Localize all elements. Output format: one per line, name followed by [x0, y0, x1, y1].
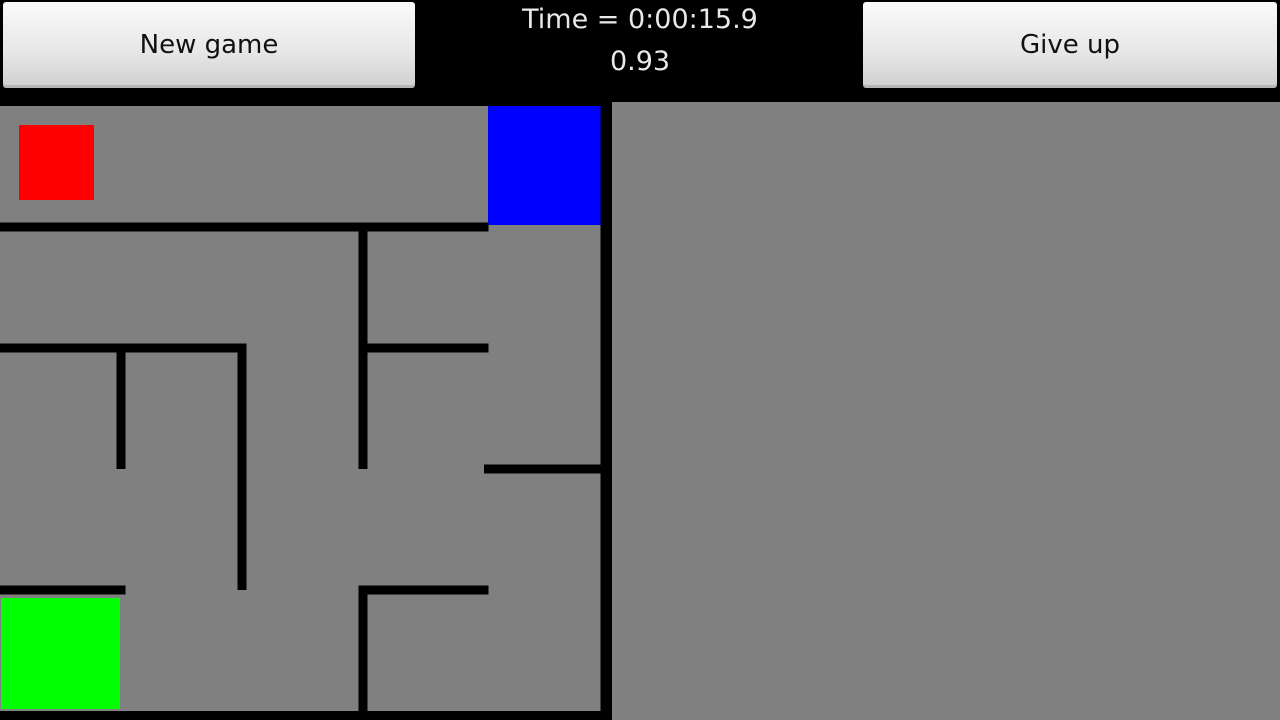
side-panel [612, 102, 1280, 720]
maze-wall [0, 222, 489, 232]
maze-wall [363, 343, 489, 353]
game-screen: New game Time = 0:00:15.9 0.93 Give up [0, 0, 1280, 720]
give-up-button[interactable]: Give up [863, 2, 1277, 88]
start-cell [1, 598, 120, 709]
maze-wall [116, 343, 126, 469]
maze-wall [237, 343, 247, 590]
maze-wall [363, 585, 489, 595]
maze-wall [484, 464, 610, 474]
maze-wall [0, 585, 126, 595]
player-marker[interactable] [19, 125, 94, 200]
maze-wall [358, 585, 368, 711]
maze-board[interactable] [0, 0, 612, 720]
goal-cell [488, 106, 603, 225]
maze-wall [358, 222, 368, 469]
maze-wall [600, 101, 610, 711]
